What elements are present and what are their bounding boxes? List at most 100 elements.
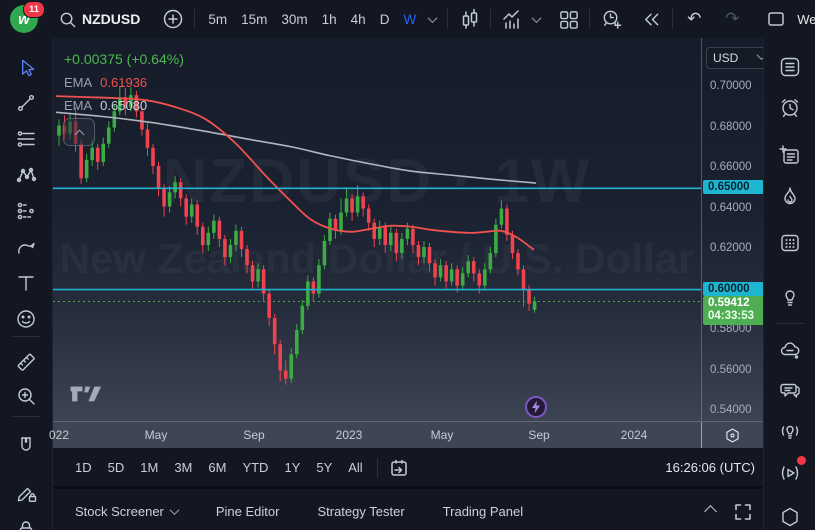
indicators-chevron-icon[interactable] (527, 4, 545, 34)
timeframe-4h[interactable]: 4h (344, 12, 373, 27)
panel-expand-chevron-icon[interactable] (706, 503, 715, 521)
time-tick: May (431, 428, 454, 442)
tab-strategy-tester[interactable]: Strategy Tester (317, 504, 404, 519)
range-list: 1D5D1M3M6MYTD1Y5YAll (67, 460, 371, 475)
price-tick: 0.70000 (710, 80, 752, 92)
range-5Y[interactable]: 5Y (308, 460, 340, 475)
zoom-in-icon[interactable] (13, 383, 39, 409)
magnet-icon[interactable] (13, 432, 39, 458)
timeframe-15m[interactable]: 15m (234, 12, 274, 27)
live-ideas-icon[interactable] (777, 419, 803, 445)
minds-cloud-icon[interactable] (777, 337, 803, 363)
range-3M[interactable]: 3M (166, 460, 200, 475)
lock-icon[interactable] (13, 516, 39, 530)
ema-slow-legend[interactable]: EMA0.65080 (64, 94, 184, 117)
redo-icon[interactable]: ↷ (717, 4, 747, 34)
range-All[interactable]: All (340, 460, 370, 475)
level-price-label: 0.65000 (703, 180, 763, 194)
tradingview-app: w 11 NZDUSD 5m15m30m1h4hDW (0, 0, 815, 530)
ideas-bulb-icon[interactable] (777, 284, 803, 310)
price-tick: 0.66000 (710, 161, 752, 173)
chart-style-candles-icon[interactable] (454, 4, 484, 34)
drawing-toolbar (0, 38, 53, 530)
divider (12, 416, 40, 417)
divider (447, 9, 448, 29)
timeframe-5m[interactable]: 5m (201, 12, 234, 27)
journal-plus-icon[interactable] (777, 142, 803, 168)
timeframe-list: 5m15m30m1h4hDW (201, 12, 423, 27)
currency-label: USD (713, 51, 738, 65)
trend-line-icon[interactable] (13, 90, 39, 116)
fib-retracement-icon[interactable] (13, 126, 39, 152)
axis-settings-icon[interactable] (701, 422, 763, 448)
time-axis[interactable]: 022MaySep2023MaySep2024 (53, 421, 763, 448)
range-5D[interactable]: 5D (100, 460, 133, 475)
emoji-icon[interactable] (13, 306, 39, 332)
price-tick: 0.54000 (710, 404, 752, 416)
xabcd-pattern-icon[interactable] (13, 162, 39, 188)
time-tick: May (145, 428, 168, 442)
edit-lock-icon[interactable] (13, 480, 39, 506)
prediction-icon[interactable] (13, 198, 39, 224)
undo-icon[interactable]: ↶ (679, 4, 709, 34)
range-1Y[interactable]: 1Y (276, 460, 308, 475)
time-tick: Sep (243, 428, 264, 442)
chat-icon[interactable] (777, 377, 803, 403)
tradingview-watermark-logo[interactable] (68, 382, 110, 411)
timeframe-D[interactable]: D (373, 12, 397, 27)
tab-pine-editor[interactable]: Pine Editor (216, 504, 280, 519)
symbol-name[interactable]: NZDUSD (82, 11, 140, 27)
range-YTD[interactable]: YTD (234, 460, 276, 475)
price-change-text: +0.00375 (+0.64%) (64, 48, 184, 71)
search-icon[interactable] (52, 4, 82, 34)
ema-fast-legend[interactable]: EMA0.61936 (64, 71, 184, 94)
tab-trading-panel[interactable]: Trading Panel (443, 504, 523, 519)
timeframe-W[interactable]: W (396, 12, 423, 27)
replay-icon[interactable] (636, 4, 666, 34)
range-1D[interactable]: 1D (67, 460, 100, 475)
time-tick: Sep (528, 428, 549, 442)
price-tick: 0.56000 (710, 364, 752, 376)
chart-canvas[interactable]: NZDUSD · 1W New Zealand Dollar / U.S. Do… (53, 38, 763, 421)
layout-grid-icon[interactable] (553, 4, 583, 34)
save-layout-icon[interactable] (761, 4, 791, 34)
watchlist-icon[interactable] (777, 54, 803, 80)
time-tick: 2024 (621, 428, 648, 442)
alert-add-icon[interactable] (596, 4, 626, 34)
cursor-icon[interactable] (13, 54, 39, 80)
timeframe-menu-chevron-icon[interactable] (423, 4, 441, 34)
chart-legend[interactable]: +0.00375 (+0.64%) EMA0.61936 EMA0.65080 (64, 48, 184, 117)
legend-collapse-button[interactable] (63, 118, 95, 146)
hexagon-icon[interactable] (777, 504, 803, 530)
price-tick: 0.62000 (710, 242, 752, 254)
tab-stock-screener[interactable]: Stock Screener (75, 504, 178, 519)
timeframe-30m[interactable]: 30m (274, 12, 314, 27)
event-lightning-icon[interactable] (524, 395, 548, 419)
layout-name-text[interactable]: Wea (797, 12, 815, 27)
range-1M[interactable]: 1M (132, 460, 166, 475)
range-6M[interactable]: 6M (200, 460, 234, 475)
notifications-badge: 11 (23, 1, 45, 18)
ruler-icon[interactable] (13, 349, 39, 375)
indicators-icon[interactable] (497, 4, 527, 34)
alerts-icon[interactable] (777, 95, 803, 121)
calendar-icon[interactable] (777, 230, 803, 256)
timeframe-1h[interactable]: 1h (315, 12, 344, 27)
divider (672, 9, 673, 29)
maximize-panel-icon[interactable] (733, 502, 753, 522)
go-to-date-icon[interactable] (384, 453, 414, 483)
currency-dropdown[interactable]: USD (706, 47, 763, 69)
price-tick: 0.64000 (710, 202, 752, 214)
compare-add-icon[interactable] (158, 4, 188, 34)
body-row: NZDUSD · 1W New Zealand Dollar / U.S. Do… (0, 38, 815, 530)
user-menu-button[interactable]: w 11 (10, 5, 38, 33)
text-tool-icon[interactable] (13, 270, 39, 296)
divider (589, 9, 590, 29)
hotlists-flame-icon[interactable] (777, 184, 803, 210)
last-price-label: 0.5941204:33:53 (703, 296, 763, 325)
clock-utc[interactable]: 16:26:06 (UTC) (665, 460, 755, 475)
price-axis[interactable]: USD 0.700000.680000.660000.640000.620000… (701, 38, 763, 421)
brush-icon[interactable] (13, 234, 39, 260)
time-tick: 2023 (336, 428, 363, 442)
right-sidebar (763, 38, 815, 530)
